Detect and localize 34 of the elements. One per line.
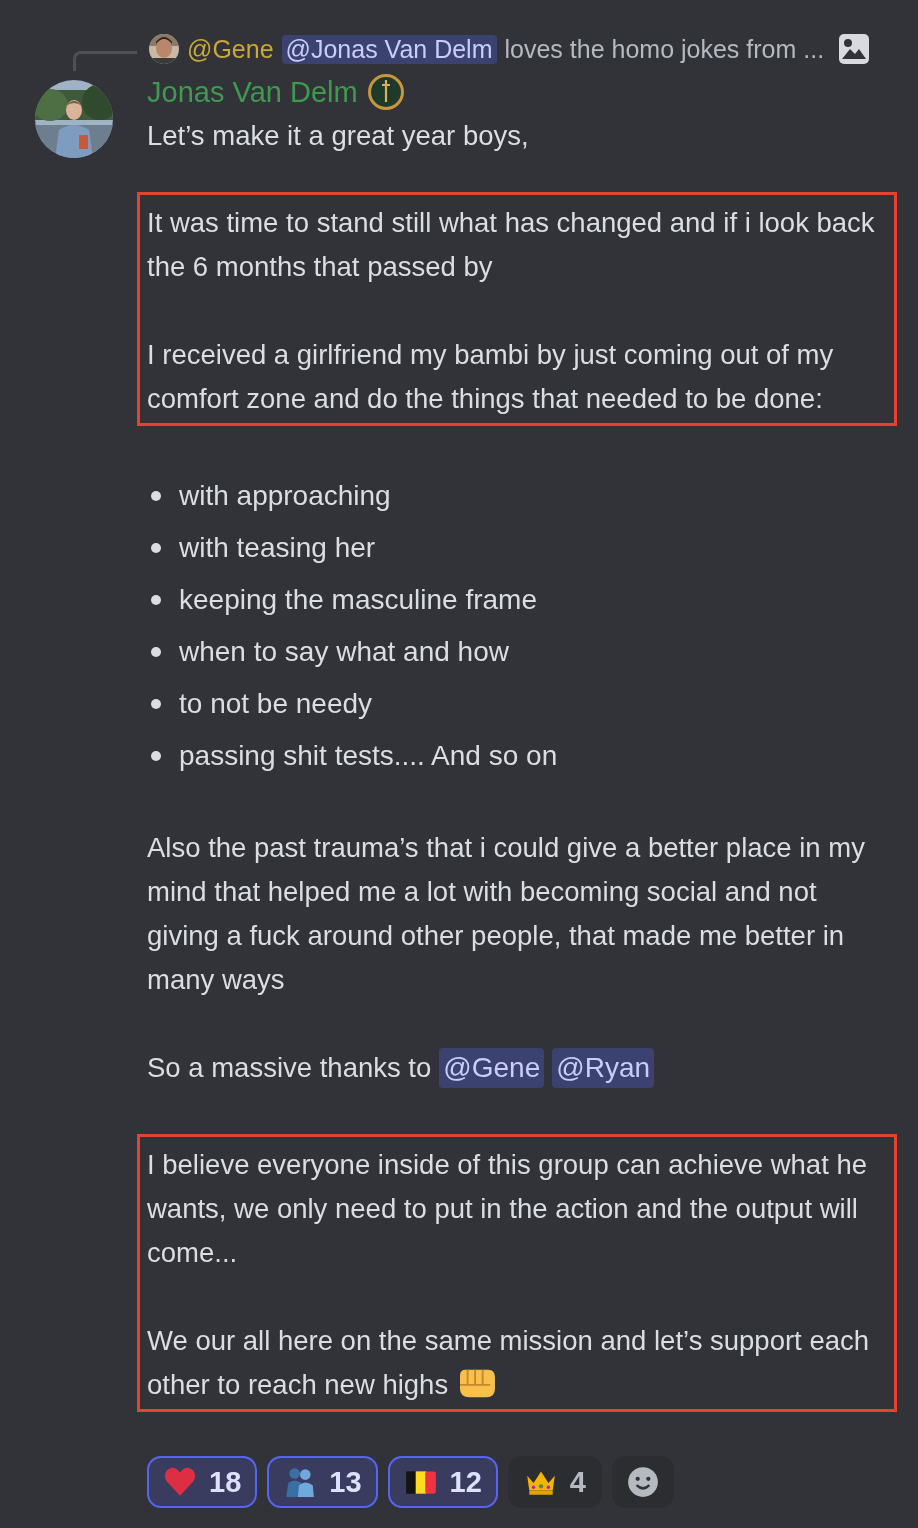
add-reaction-button[interactable] <box>611 1456 674 1508</box>
message-text: So a massive thanks to <box>147 1051 432 1085</box>
list-item: passing shit tests.... And so on <box>179 740 558 772</box>
reply-preview[interactable]: loves the homo jokes from ... <box>504 34 825 64</box>
bullet-icon <box>151 543 161 553</box>
message-text: We our all here on the same mission and let’s support each other to reach new highs <box>147 1324 871 1402</box>
list-item: when to say what and how <box>179 636 509 668</box>
mention[interactable]: @Ryan <box>552 1048 655 1088</box>
reaction-button[interactable]: 18 <box>147 1456 258 1508</box>
message-text: I received a girlfriend my bambi by just coming out of my comfort zone and do the things that needed to be done: <box>147 338 835 416</box>
bullet-icon <box>151 699 161 709</box>
message-text: Also the past trauma’s that i could give a better place in my mind that helped me a lot with becoming social and not giving a fuck around other people, that made me better in many ways <box>147 831 866 997</box>
list-item: to not be needy <box>179 688 373 720</box>
bullet-icon <box>151 647 161 657</box>
reaction-button[interactable]: 4 <box>507 1456 602 1508</box>
bullet-icon <box>151 751 161 761</box>
bullet-icon <box>151 595 161 605</box>
mention[interactable]: @Jonas Van Delm <box>281 34 497 64</box>
reaction-button[interactable]: 12 <box>387 1456 498 1508</box>
list-item: keeping the masculine frame <box>179 584 537 616</box>
smiley-icon <box>625 1465 660 1499</box>
reply-line <box>73 51 137 71</box>
bullet-icon <box>151 491 161 501</box>
message-text: I believe everyone inside of this group can achieve what he wants, we only need to put in the action and the output will come... <box>147 1148 869 1270</box>
image-icon <box>838 33 871 65</box>
reaction-button[interactable]: 13 <box>267 1456 378 1508</box>
reply-author[interactable]: @Gene <box>187 34 274 64</box>
author-name[interactable]: Jonas Van Delm <box>147 75 358 109</box>
list-item: with teasing her <box>179 532 376 564</box>
sword-badge-icon <box>367 74 404 110</box>
mention[interactable]: @Gene <box>439 1048 545 1088</box>
message-text: Let’s make it a great year boys, <box>147 119 530 153</box>
list-item: with approaching <box>179 480 391 512</box>
message-text: It was time to stand still what has changed and if i look back the 6 months that passed by <box>147 206 876 284</box>
